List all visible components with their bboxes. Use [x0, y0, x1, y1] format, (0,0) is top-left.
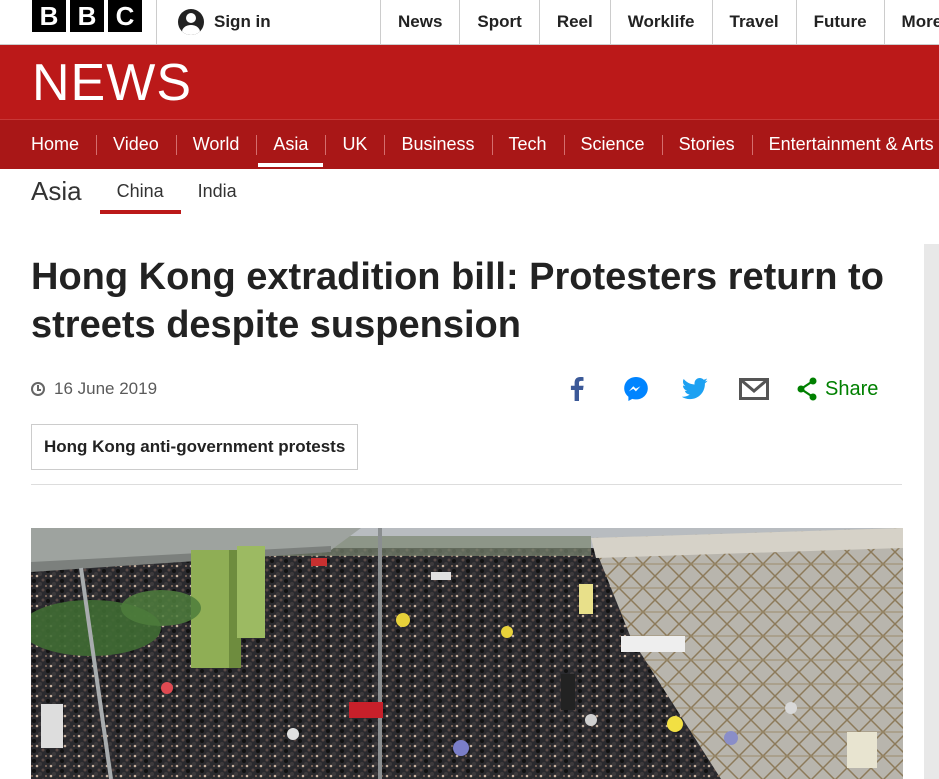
section-nav-world[interactable]: World — [175, 120, 257, 169]
section-nav-home[interactable]: Home — [14, 120, 96, 169]
top-nav-travel[interactable]: Travel — [711, 0, 796, 44]
date-text: 16 June 2019 — [54, 379, 158, 398]
section-nav-video[interactable]: Video — [96, 120, 176, 169]
logo-letter: B — [32, 0, 66, 32]
share-button[interactable]: Share — [796, 377, 878, 401]
protest-crowd-photo — [31, 528, 903, 779]
news-wordmark[interactable]: NEWS — [32, 53, 192, 113]
facebook-icon[interactable] — [560, 372, 594, 406]
clock-icon — [31, 382, 45, 396]
article-hero-image — [31, 528, 903, 779]
bbc-logo[interactable]: B B C — [32, 0, 142, 32]
top-nav-future[interactable]: Future — [795, 0, 884, 44]
section-nav-business[interactable]: Business — [384, 120, 491, 169]
sub-nav-china[interactable]: China — [99, 168, 181, 214]
news-banner: NEWS — [0, 45, 939, 119]
divider — [31, 484, 902, 485]
share-label: Share — [825, 377, 879, 400]
article-date: 16 June 2019 — [31, 379, 157, 399]
sub-nav: Asia China India — [31, 168, 254, 214]
top-nav: News Sport Reel Worklife Travel Future M… — [380, 0, 939, 44]
share-icon — [796, 377, 818, 401]
twitter-icon[interactable] — [678, 372, 712, 406]
section-nav-stories[interactable]: Stories — [661, 120, 752, 169]
sign-in-label: Sign in — [214, 12, 271, 31]
email-icon[interactable] — [737, 372, 771, 406]
logo-letter: B — [70, 0, 104, 32]
logo-letter: C — [108, 0, 142, 32]
sub-nav-india[interactable]: India — [181, 168, 254, 214]
sign-in-link[interactable]: Sign in — [156, 0, 381, 44]
section-nav-asia[interactable]: Asia — [256, 120, 325, 169]
top-nav-worklife[interactable]: Worklife — [609, 0, 712, 44]
section-nav: Home Video World Asia UK Business Tech S… — [0, 119, 939, 169]
user-icon — [178, 9, 204, 35]
top-nav-news[interactable]: News — [380, 0, 459, 44]
top-bar: B B C Sign in News Sport Reel Worklife T… — [0, 0, 939, 45]
article-headline: Hong Kong extradition bill: Protesters r… — [31, 256, 884, 346]
top-nav-more[interactable]: More — [883, 0, 939, 44]
section-nav-science[interactable]: Science — [563, 120, 662, 169]
top-nav-reel[interactable]: Reel — [538, 0, 610, 44]
section-nav-entertainment[interactable]: Entertainment & Arts — [751, 120, 939, 169]
topic-tag[interactable]: Hong Kong anti-government protests — [31, 424, 359, 470]
section-nav-uk[interactable]: UK — [325, 120, 384, 169]
section-nav-tech[interactable]: Tech — [491, 120, 564, 169]
top-nav-sport[interactable]: Sport — [459, 0, 538, 44]
share-tools: Share — [560, 372, 878, 406]
section-title[interactable]: Asia — [31, 176, 82, 207]
messenger-icon[interactable] — [619, 372, 653, 406]
sidebar-strip — [924, 244, 939, 779]
